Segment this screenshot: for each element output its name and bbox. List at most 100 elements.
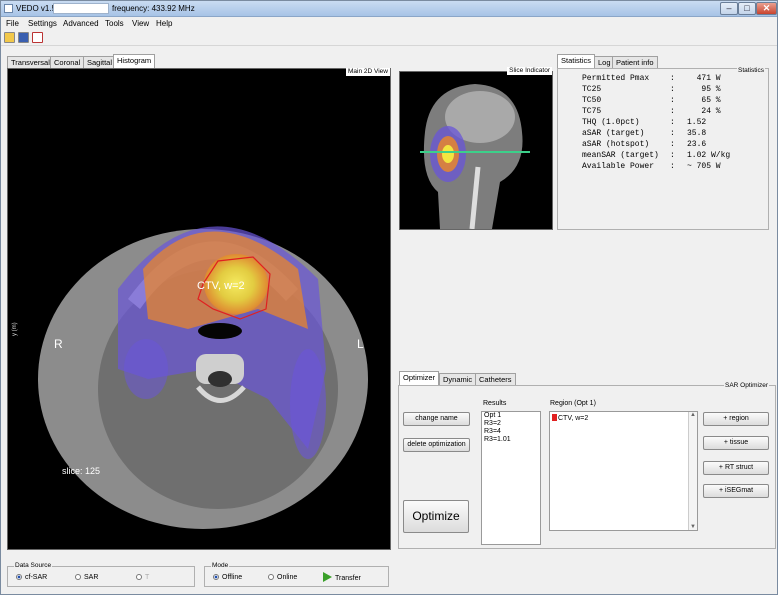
tab-catheters[interactable]: Catheters	[475, 373, 516, 385]
menu-file[interactable]: File	[6, 19, 19, 28]
orientation-label-r: R	[54, 337, 63, 351]
tab-optimizer[interactable]: Optimizer	[399, 371, 440, 385]
statistics-title: Statistics	[736, 67, 765, 74]
stat-key: TC25	[582, 85, 602, 94]
menu-bar: File Settings Advanced Tools View Help	[1, 17, 777, 30]
mode-group: Mode Offline Online Transfer	[204, 562, 389, 587]
slice-indicator-title: Slice Indicator	[507, 67, 552, 75]
maximize-button[interactable]: □	[738, 2, 756, 15]
result-item[interactable]: R3=1.01	[482, 436, 540, 444]
pdf-icon[interactable]	[32, 32, 43, 43]
stat-value: 65 %	[687, 96, 721, 105]
ct-slice-image[interactable]	[8, 69, 390, 549]
radio-selected-icon	[213, 574, 219, 580]
tab-statistics[interactable]: Statistics	[557, 54, 596, 68]
stat-value: 1.02 W/kg	[687, 151, 731, 160]
app-icon	[4, 4, 13, 13]
region-color-swatch	[552, 414, 557, 421]
add-region-button[interactable]: + region	[703, 412, 769, 426]
optimize-button[interactable]: Optimize	[403, 500, 469, 533]
tab-dynamic[interactable]: Dynamic	[439, 373, 477, 385]
stat-value: 23.6	[687, 140, 707, 149]
tab-histogram[interactable]: Histogram	[113, 54, 156, 68]
open-folder-icon[interactable]	[4, 32, 15, 43]
stat-key: aSAR (hotspot)	[582, 140, 650, 149]
radio-disabled-icon	[136, 574, 142, 580]
radio-cf-sar[interactable]: cf-SAR	[16, 574, 47, 581]
app-title: VEDO v1.5,	[16, 4, 59, 13]
result-item[interactable]: R3=2	[482, 420, 540, 428]
change-name-button[interactable]: change name	[403, 412, 470, 426]
stat-key: Permitted Pmax	[582, 74, 650, 83]
transfer-button[interactable]: Transfer	[323, 572, 361, 582]
radio-label: SAR	[84, 574, 99, 581]
radio-sar[interactable]: SAR	[75, 574, 98, 581]
add-isegmat-button[interactable]: + iSEGmat	[703, 484, 769, 498]
results-list[interactable]: Opt 1 R3=2 R3=4 R3=1.01	[481, 411, 541, 545]
stat-value: ~ 705 W	[687, 162, 721, 171]
toolbar	[1, 30, 777, 46]
app-window: VEDO v1.5, frequency: 433.92 MHz – □ ✕ F…	[0, 0, 778, 595]
result-item[interactable]: R3=4	[482, 428, 540, 436]
stat-key: aSAR (target)	[582, 129, 645, 138]
radio-label: Offline	[222, 574, 243, 581]
orientation-label-l: L	[357, 337, 364, 351]
save-icon[interactable]	[18, 32, 29, 43]
sar-neck-left	[124, 339, 168, 399]
radio-label: cf-SAR	[25, 574, 48, 581]
add-rt-struct-button[interactable]: + RT struct	[703, 461, 769, 475]
region-item-label: CTV, w=2	[558, 415, 589, 422]
slice-number: slice: 125	[62, 466, 101, 476]
radio-t: T	[136, 574, 149, 581]
radio-label: T	[145, 574, 150, 581]
y-axis-label: y (m)	[12, 322, 18, 336]
region-item[interactable]: CTV, w=2	[552, 414, 588, 422]
stat-key: TC75	[582, 107, 602, 116]
stat-value: 35.8	[687, 129, 707, 138]
play-icon	[323, 572, 332, 582]
tab-transversal[interactable]: Transversal	[7, 56, 54, 68]
radio-unselected-icon	[268, 574, 274, 580]
menu-tools[interactable]: Tools	[105, 19, 124, 28]
frequency-label: frequency: 433.92 MHz	[112, 4, 195, 13]
results-label: Results	[483, 400, 507, 407]
menu-help[interactable]: Help	[156, 19, 172, 28]
statistics-panel: Statistics Permitted Pmax: 471 W TC25: 9…	[557, 67, 769, 230]
menu-view[interactable]: View	[132, 19, 149, 28]
main-2d-view[interactable]: Main 2D View y (m) R L CTV, w=2 slice: 1…	[7, 68, 391, 550]
stat-key: TC50	[582, 96, 602, 105]
region-list[interactable]: CTV, w=2 ▲ ▼	[549, 411, 698, 531]
tab-patient-info[interactable]: Patient info	[612, 56, 658, 68]
result-item[interactable]: Opt 1	[482, 412, 540, 420]
stat-value: 24 %	[687, 107, 721, 116]
stat-key: THQ (1.0pct)	[582, 118, 640, 127]
slice-indicator-view[interactable]: Slice Indicator	[399, 67, 553, 230]
sagittal-preview[interactable]	[400, 72, 552, 229]
minimize-button[interactable]: –	[720, 2, 738, 15]
region-scrollbar[interactable]: ▲ ▼	[688, 412, 697, 530]
stat-key: meanSAR (target)	[582, 151, 659, 160]
title-bar[interactable]: VEDO v1.5, frequency: 433.92 MHz – □ ✕	[1, 1, 777, 17]
data-source-group: Data Source cf-SAR SAR T	[7, 562, 195, 587]
sar-optimizer-title: SAR Optimizer	[724, 382, 769, 389]
menu-settings[interactable]: Settings	[28, 19, 57, 28]
radio-label: Online	[277, 574, 298, 581]
tab-sagittal[interactable]: Sagittal	[83, 56, 117, 68]
scroll-up-icon[interactable]: ▲	[690, 412, 696, 418]
radio-unselected-icon	[75, 574, 81, 580]
sar-neck-right	[290, 349, 326, 459]
sar-preview-hot	[442, 145, 454, 163]
radio-online[interactable]: Online	[268, 574, 297, 581]
main-view-title: Main 2D View	[346, 68, 390, 76]
ctv-label: CTV, w=2	[197, 280, 245, 292]
radio-selected-icon	[16, 574, 22, 580]
delete-optimization-button[interactable]: delete optimization	[403, 438, 470, 452]
close-button[interactable]: ✕	[756, 2, 777, 15]
menu-advanced[interactable]: Advanced	[63, 19, 99, 28]
spinal-canal	[208, 371, 232, 387]
scroll-down-icon[interactable]: ▼	[690, 524, 696, 530]
add-tissue-button[interactable]: + tissue	[703, 436, 769, 450]
stat-value: 95 %	[687, 85, 721, 94]
tab-coronal[interactable]: Coronal	[50, 56, 85, 68]
radio-offline[interactable]: Offline	[213, 574, 242, 581]
